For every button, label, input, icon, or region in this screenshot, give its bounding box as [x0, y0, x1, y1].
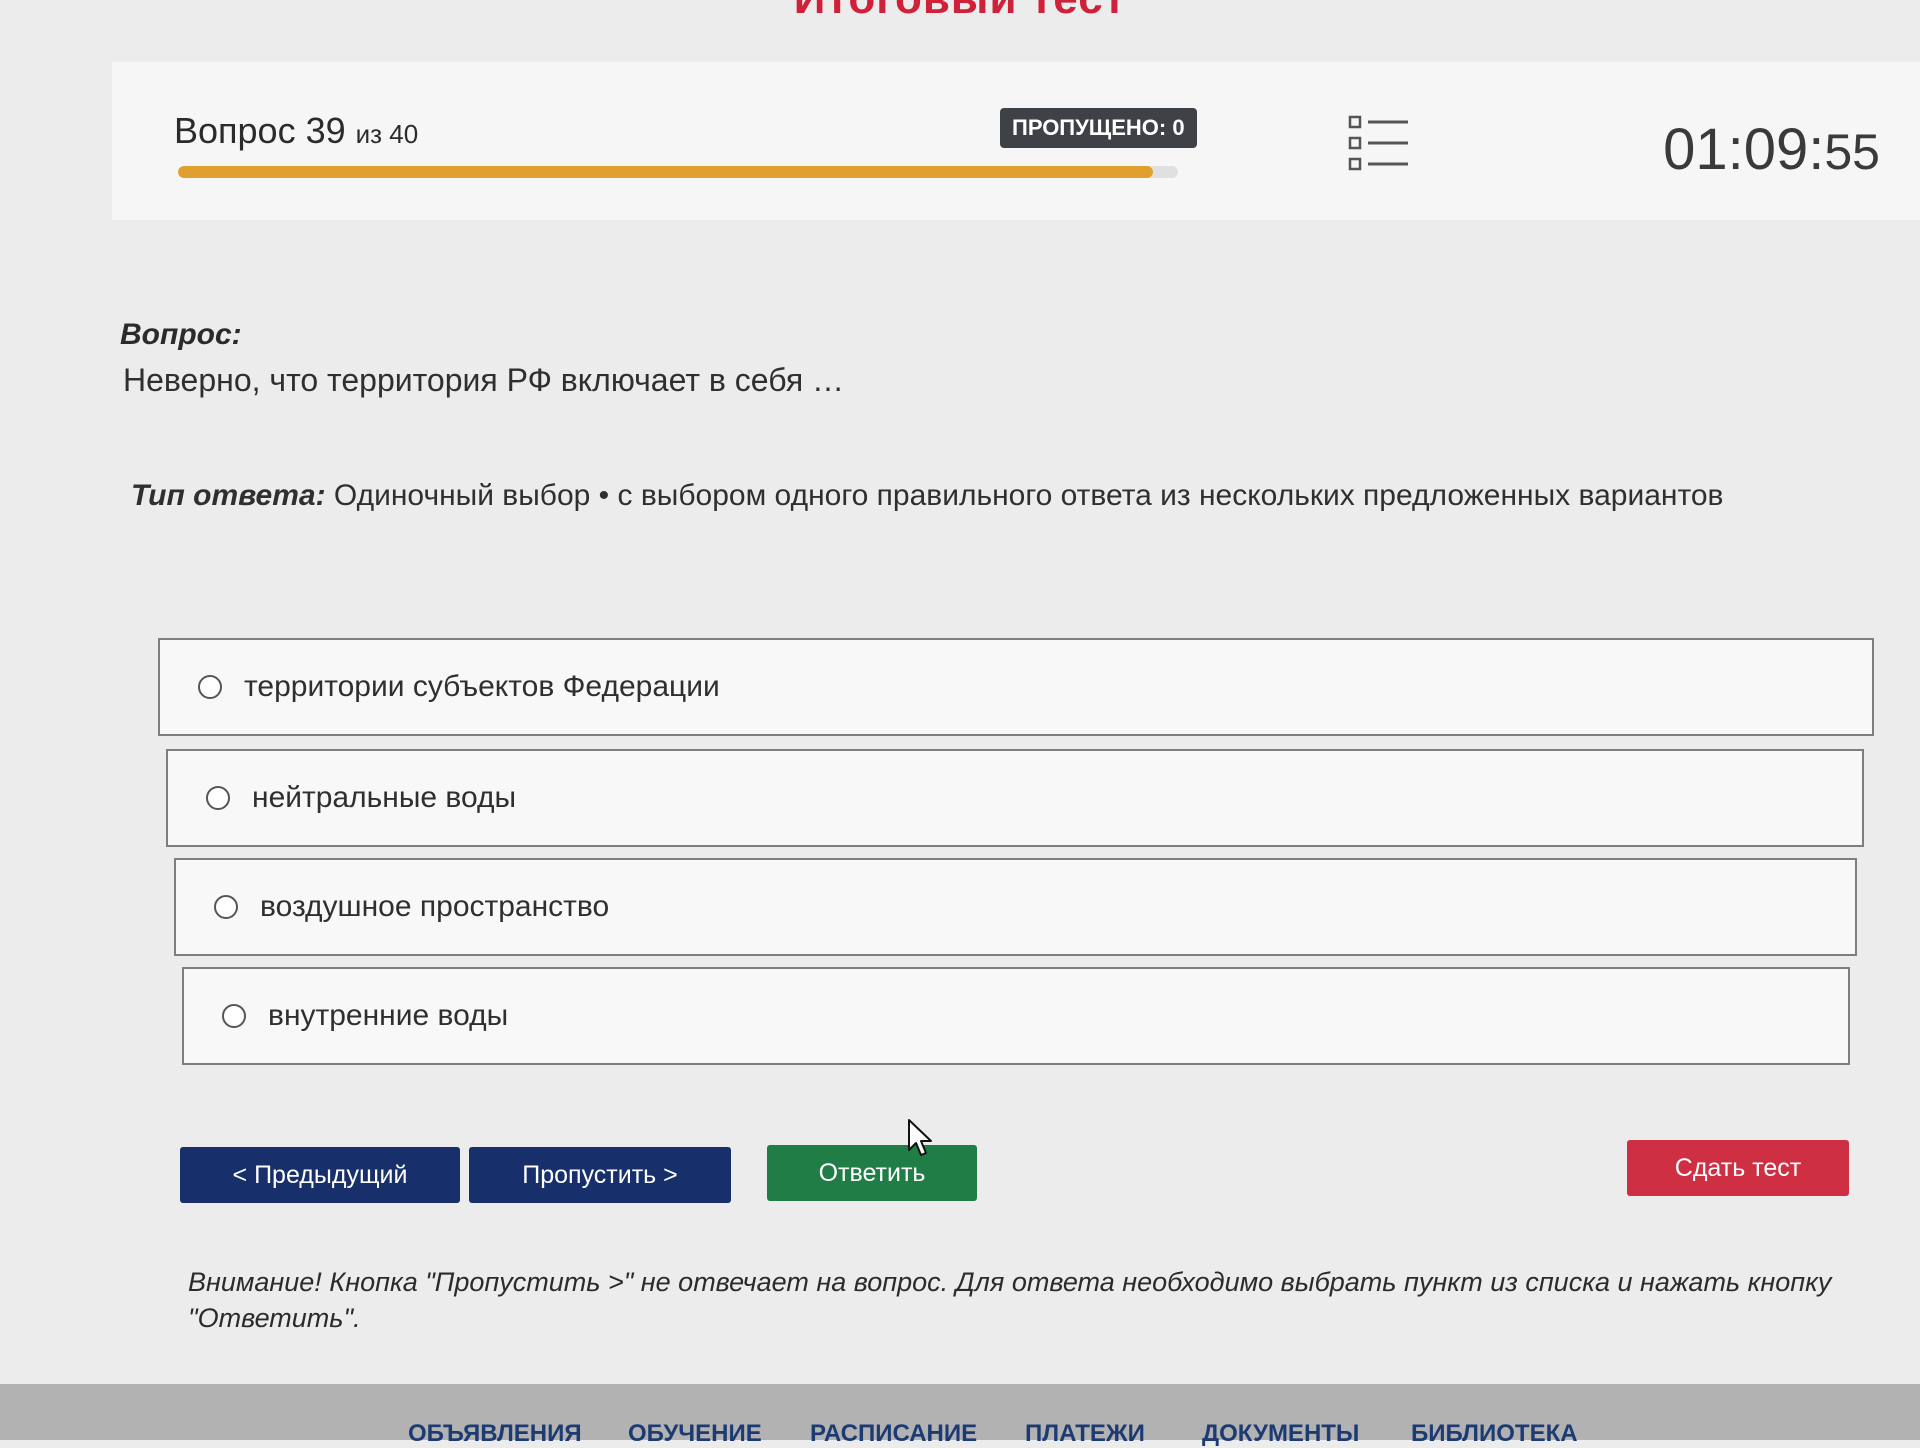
answer-option[interactable]: нейтральные воды — [166, 749, 1864, 847]
timer-main: 01:09: — [1663, 117, 1825, 182]
previous-button[interactable]: < Предыдущий — [180, 1147, 460, 1203]
question-text: Неверно, что территория РФ включает в се… — [123, 362, 845, 398]
mouse-cursor-icon — [908, 1119, 932, 1156]
answer-option[interactable]: территории субъектов Федерации — [158, 638, 1874, 736]
list-icon — [1348, 115, 1408, 171]
footer-nav-item[interactable]: РАСПИСАНИЕ — [810, 1420, 977, 1448]
footer-nav-item[interactable]: ДОКУМЕНТЫ — [1202, 1420, 1359, 1448]
timer: 01:09:55 — [1663, 116, 1880, 183]
page-heading: Итоговый тест — [0, 0, 1920, 24]
question-list-button[interactable] — [1348, 114, 1410, 172]
answer-button[interactable]: Ответить — [767, 1145, 977, 1201]
footer-nav-item[interactable]: ПЛАТЕЖИ — [1025, 1420, 1145, 1448]
answer-type: Тип ответа: Одиночный выбор • с выбором … — [131, 479, 1724, 513]
timer-seconds: 55 — [1824, 124, 1880, 180]
radio-button[interactable] — [222, 1004, 246, 1028]
answer-option-label: территории субъектов Федерации — [244, 670, 720, 703]
answer-option-label: воздушное пространство — [260, 890, 610, 923]
answer-option-label: внутренние воды — [268, 999, 509, 1032]
answer-option[interactable]: воздушное пространство — [174, 858, 1857, 956]
submit-test-button[interactable]: Сдать тест — [1627, 1140, 1849, 1196]
progress-fill — [178, 166, 1153, 178]
warning-note: Внимание! Кнопка "Пропустить >" не отвеч… — [188, 1267, 1832, 1333]
question-number: Вопрос 39 — [174, 110, 346, 151]
status-panel: Вопрос 39 из 40 ПРОПУЩЕНО: 0 01:09:55 — [112, 62, 1920, 220]
radio-button[interactable] — [214, 895, 238, 919]
answer-type-label: Тип ответа: — [131, 479, 326, 512]
footer-nav-item[interactable]: БИБЛИОТЕКА — [1411, 1420, 1578, 1448]
answer-option-label: нейтральные воды — [252, 781, 517, 814]
footer-nav-item[interactable]: ОБЪЯВЛЕНИЯ — [408, 1420, 582, 1448]
footer-nav-item[interactable]: ОБУЧЕНИЕ — [628, 1420, 762, 1448]
question-total: из 40 — [355, 119, 419, 149]
radio-button[interactable] — [198, 675, 222, 699]
radio-button[interactable] — [206, 786, 230, 810]
progress-bar — [178, 166, 1178, 178]
answer-type-value: Одиночный выбор • с выбором одного прави… — [325, 479, 1724, 512]
skip-button[interactable]: Пропустить > — [469, 1147, 731, 1203]
skipped-badge: ПРОПУЩЕНО: 0 — [1000, 108, 1197, 148]
question-label: Вопрос: — [120, 318, 242, 351]
footer-nav: ОБЪЯВЛЕНИЯ ОБУЧЕНИЕ РАСПИСАНИЕ ПЛАТЕЖИ Д… — [0, 1384, 1920, 1447]
question-counter: Вопрос 39 из 40 — [174, 110, 418, 152]
answer-option[interactable]: внутренние воды — [182, 967, 1850, 1065]
